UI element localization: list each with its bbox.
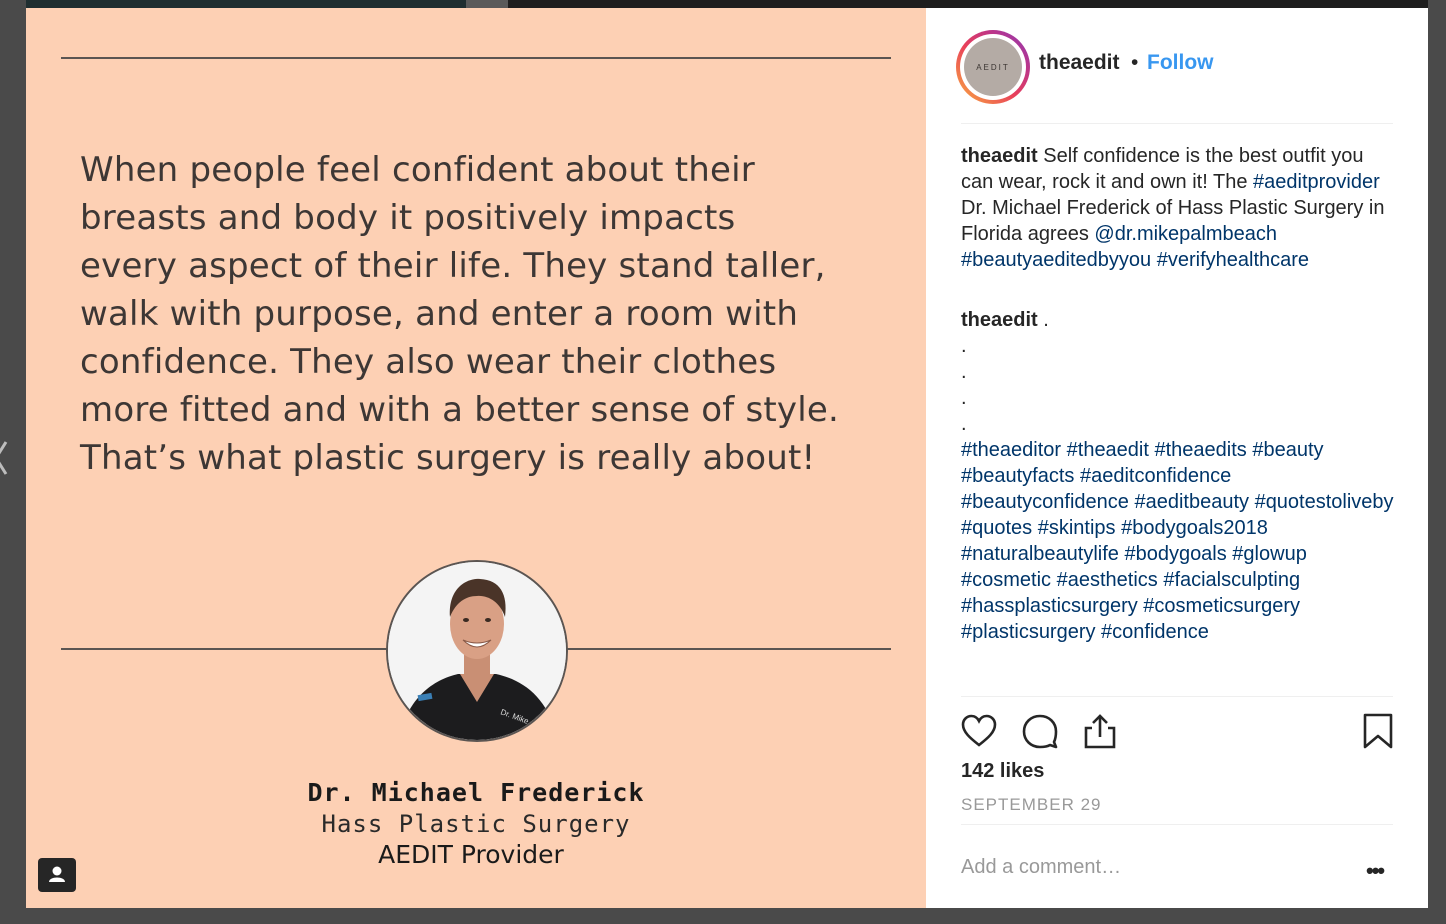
hashtag-link[interactable]: #beautyaeditedbyyou [961,249,1151,271]
backdrop-top-strip [0,0,1446,8]
share-icon[interactable] [1081,712,1119,750]
backdrop-segment [466,0,508,8]
quote-line: every aspect of their life. They stand t… [80,246,826,286]
doctor-portrait: Dr. Mike [386,560,568,742]
actions-divider [961,696,1393,697]
quote-text: When people feel confident about their b… [80,146,920,482]
bookmark-icon[interactable] [1359,712,1397,750]
speech-bubble-icon[interactable] [1021,712,1059,750]
comment-dot: . [961,387,967,409]
username-link[interactable]: theaedit [1039,51,1120,75]
signature-role: AEDIT Provider [378,840,564,869]
divider-line [61,57,891,59]
hashtag-list[interactable]: #theaeditor #theaedit #theaedits #beauty… [961,437,1401,645]
post-image[interactable]: When people feel confident about their b… [26,8,926,908]
comment-divider [961,824,1393,825]
signature-org: Hass Plastic Surgery [321,810,631,838]
avatar[interactable]: AEDIT [964,38,1022,96]
backdrop-segment [508,0,1438,8]
quote-line: That’s what plastic surgery is really ab… [80,438,816,478]
quote-line: When people feel confident about their [80,150,755,190]
likes-count[interactable]: 142 likes [961,760,1044,783]
comment-author[interactable]: theaedit [961,309,1038,331]
action-bar [926,708,1428,758]
backdrop-right [1428,0,1446,924]
post-sidebar: AEDIT theaedit • Follow theaedit Self co… [926,8,1428,908]
hashtag-link[interactable]: #aeditprovider [1253,171,1380,193]
separator-dot: • [1131,51,1139,74]
previous-post-arrow-icon[interactable] [0,440,8,476]
comment-header: theaedit . [961,307,1401,333]
caption-author[interactable]: theaedit [961,145,1038,167]
comment-text: . [1037,309,1049,331]
quote-line: walk with purpose, and enter a room with [80,294,799,334]
hashtag-link[interactable]: #verifyhealthcare [1157,249,1309,271]
signature-name: Dr. Michael Frederick [307,778,645,807]
quote-line: breasts and body it positively impacts [80,198,736,238]
comment-dot: . [961,413,967,435]
post-header: AEDIT theaedit • Follow [926,8,1428,123]
post-date[interactable]: SEPTEMBER 29 [961,795,1102,815]
comment-dot: . [961,361,967,383]
comment-input[interactable] [961,852,1361,882]
heart-icon[interactable] [960,712,998,750]
comment-dot: . [961,335,967,357]
header-divider [961,123,1393,124]
backdrop-segment [26,0,466,8]
doctor-portrait-illustration: Dr. Mike [388,562,566,740]
quote-line: confidence. They also wear their clothes [80,342,777,382]
tagged-users-button[interactable] [38,858,76,892]
mention-link[interactable]: @dr.mikepalmbeach [1094,223,1277,245]
backdrop-bottom [0,908,1446,924]
caption: theaedit Self confidence is the best out… [961,143,1401,273]
follow-button[interactable]: Follow [1147,51,1214,75]
person-icon [49,866,65,882]
quote-line: more fitted and with a better sense of s… [80,390,840,430]
more-options-icon[interactable]: ••• [1366,858,1385,884]
